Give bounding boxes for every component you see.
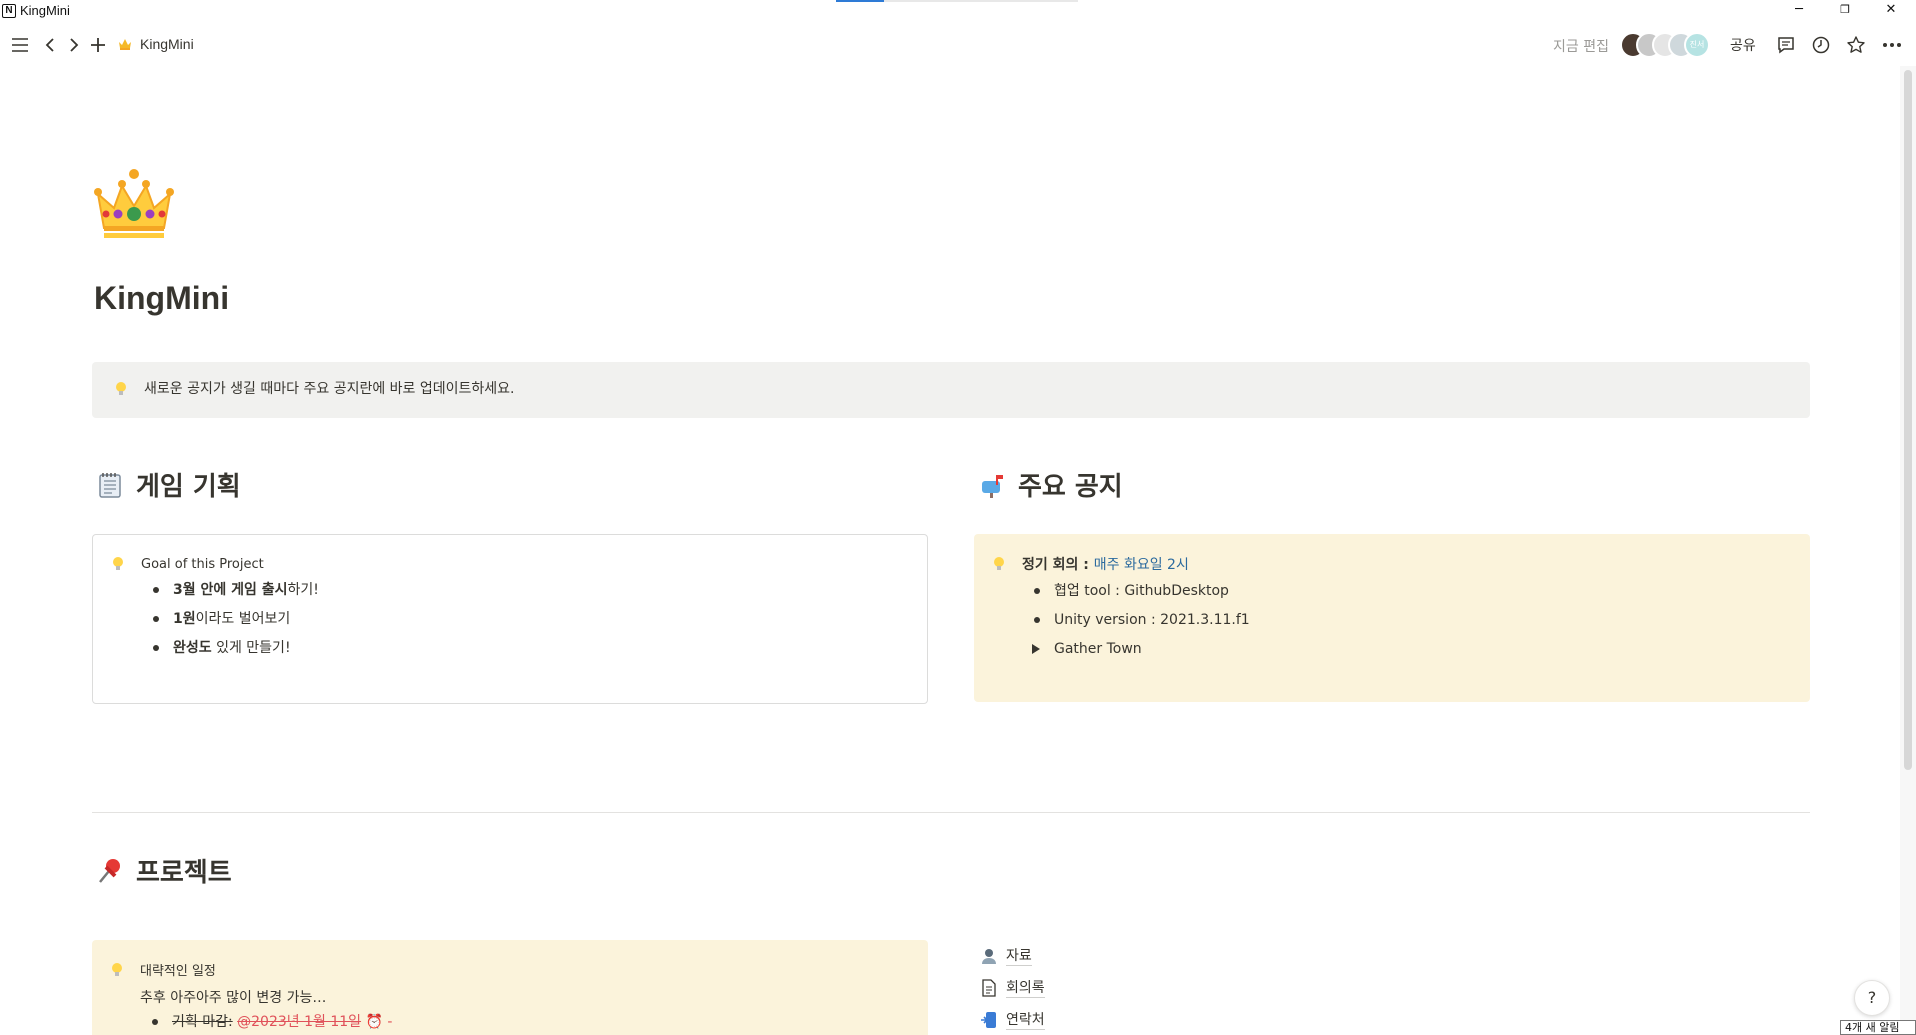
phone-icon bbox=[981, 1012, 996, 1028]
editing-now-label: 지금 편집 bbox=[1553, 39, 1609, 55]
lightbulb-icon bbox=[113, 557, 123, 570]
window-title: KingMini bbox=[20, 3, 70, 18]
notice-text: 새로운 공지가 생길 때마다 주요 공지란에 바로 업데이트하세요. bbox=[144, 381, 515, 397]
help-button[interactable]: ? bbox=[1854, 980, 1890, 1016]
goal-callout[interactable]: Goal of this Project 3월 안에 게임 출시하기! 1원이라… bbox=[92, 534, 928, 704]
crown-page-icon[interactable] bbox=[94, 166, 174, 240]
schedule-item-label: 기획 마감: bbox=[172, 1014, 233, 1030]
page-link-minutes[interactable]: 회의록 bbox=[980, 972, 1045, 1004]
heading-text: 게임 기획 bbox=[136, 472, 241, 502]
document-icon bbox=[982, 979, 996, 997]
scrollbar-thumb[interactable] bbox=[1904, 70, 1912, 770]
list-item[interactable]: 완성도 있게 만들기! bbox=[149, 637, 911, 666]
scrollbar[interactable] bbox=[1900, 66, 1916, 1035]
notification-indicator[interactable]: 4개 새 알림 bbox=[1840, 1020, 1916, 1035]
restore-button[interactable]: ❐ bbox=[1822, 0, 1868, 22]
schedule-subtitle: 추후 아주아주 많이 변경 가능… bbox=[140, 990, 327, 1006]
divider bbox=[92, 812, 1810, 813]
notepad-icon bbox=[99, 472, 121, 498]
heading-text: 주요 공지 bbox=[1018, 472, 1123, 502]
schedule-item-tail: - bbox=[387, 1014, 393, 1030]
crown-icon bbox=[119, 39, 131, 50]
window-titlebar: N KingMini ─ ❐ ✕ bbox=[0, 0, 1916, 22]
gather-town-toggle[interactable]: Gather Town bbox=[1030, 638, 1794, 667]
mailbox-icon bbox=[982, 474, 1003, 498]
page-title[interactable]: KingMini bbox=[94, 280, 229, 317]
avatar-badge[interactable]: 진서 bbox=[1684, 32, 1710, 58]
back-icon[interactable] bbox=[38, 33, 62, 57]
share-button[interactable]: 공유 bbox=[1730, 35, 1756, 55]
notice-callout[interactable]: 새로운 공지가 생길 때마다 주요 공지란에 바로 업데이트하세요. bbox=[92, 362, 1810, 418]
goal-list: 3월 안에 게임 출시하기! 1원이라도 벌어보기 완성도 있게 만들기! bbox=[149, 579, 911, 666]
schedule-callout[interactable]: 대략적인 일정 추후 아주아주 많이 변경 가능… 기획 마감: @2023년 … bbox=[92, 940, 928, 1035]
collaborator-avatars[interactable]: 진서 bbox=[1620, 32, 1720, 58]
lightbulb-icon bbox=[112, 962, 122, 976]
list-item[interactable]: 1원이라도 벌어보기 bbox=[149, 608, 911, 637]
notion-app-icon: N bbox=[2, 4, 16, 18]
linked-pages: 자료 회의록 연락처 bbox=[980, 940, 1045, 1035]
favorite-star-icon[interactable] bbox=[1844, 33, 1868, 57]
schedule-title: 대략적인 일정 bbox=[140, 964, 216, 979]
menu-icon[interactable] bbox=[8, 33, 32, 57]
top-toolbar: KingMini 지금 편집 진서 공유 bbox=[0, 24, 1916, 66]
schedule-item-date[interactable]: @2023년 1월 11일 bbox=[237, 1014, 361, 1030]
list-item[interactable]: 협업 tool : GithubDesktop bbox=[1030, 580, 1794, 609]
notice-list: 협업 tool : GithubDesktop Unity version : … bbox=[1030, 580, 1794, 667]
project-heading[interactable]: 프로젝트 bbox=[96, 852, 232, 889]
person-icon bbox=[982, 949, 996, 964]
breadcrumb[interactable]: KingMini bbox=[118, 36, 194, 52]
list-item[interactable]: 3월 안에 게임 출시하기! bbox=[149, 579, 911, 608]
goal-title: Goal of this Project bbox=[141, 556, 264, 572]
page-link-contacts[interactable]: 연락처 bbox=[980, 1004, 1045, 1035]
meeting-label: 정기 회의 : bbox=[1022, 557, 1094, 573]
loading-bar bbox=[836, 0, 1078, 2]
lightbulb-icon bbox=[116, 382, 126, 395]
new-tab-icon[interactable] bbox=[86, 33, 110, 57]
main-notice-heading[interactable]: 주요 공지 bbox=[978, 466, 1123, 503]
page-link-resources[interactable]: 자료 bbox=[980, 940, 1045, 972]
breadcrumb-label: KingMini bbox=[140, 36, 194, 52]
meeting-time: 매주 화요일 2시 bbox=[1093, 557, 1189, 573]
pushpin-icon bbox=[99, 858, 120, 883]
list-item[interactable]: 기획 마감: @2023년 1월 11일 ⏰ - bbox=[148, 1011, 912, 1035]
forward-icon[interactable] bbox=[62, 33, 86, 57]
more-options-icon[interactable] bbox=[1880, 33, 1904, 57]
list-item[interactable]: Unity version : 2021.3.11.f1 bbox=[1030, 609, 1794, 638]
comment-icon[interactable] bbox=[1774, 33, 1798, 57]
schedule-list: 기획 마감: @2023년 1월 11일 ⏰ - bbox=[148, 1011, 912, 1035]
history-icon[interactable] bbox=[1809, 33, 1833, 57]
meeting-callout[interactable]: 정기 회의 : 매주 화요일 2시 협업 tool : GithubDeskto… bbox=[974, 534, 1810, 702]
heading-text: 프로젝트 bbox=[136, 858, 232, 888]
game-planning-heading[interactable]: 게임 기획 bbox=[96, 466, 241, 503]
lightbulb-icon bbox=[994, 557, 1004, 570]
close-button[interactable]: ✕ bbox=[1868, 0, 1914, 22]
alarm-icon: ⏰ bbox=[365, 1014, 383, 1030]
minimize-button[interactable]: ─ bbox=[1776, 0, 1822, 22]
